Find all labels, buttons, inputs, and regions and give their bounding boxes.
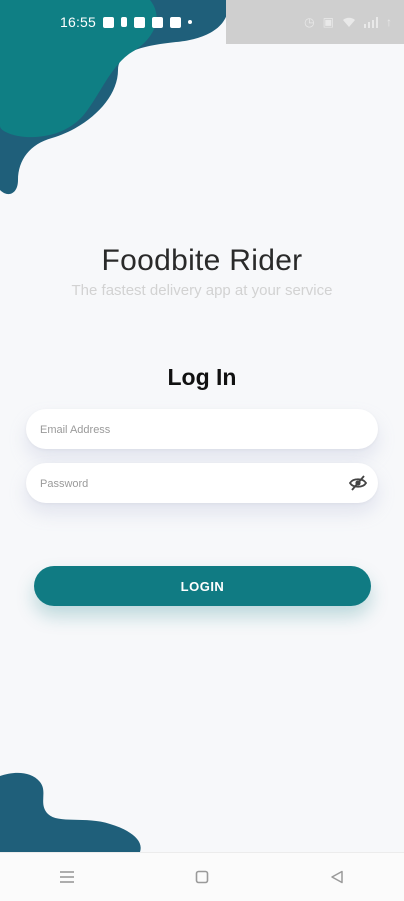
app-notification-icon [152, 16, 164, 28]
login-heading: Log In [167, 364, 237, 390]
sim-icon [121, 17, 128, 27]
status-left: 16:55 [60, 14, 193, 30]
signal-icon [364, 16, 378, 28]
alarm-icon: ◷ [304, 15, 315, 29]
password-field[interactable] [26, 463, 378, 505]
decorative-blob-bottom [0, 772, 141, 852]
status-right: ◷ ▣ ↑ [304, 15, 392, 29]
email-input[interactable] [38, 409, 342, 451]
more-notifications-icon [188, 20, 193, 24]
toggle-password-visibility-icon[interactable] [348, 473, 368, 493]
home-icon[interactable] [192, 867, 212, 887]
email-field[interactable] [26, 409, 378, 451]
login-button[interactable]: LOGIN [34, 566, 371, 606]
wifi-icon [343, 17, 355, 27]
app-notification-icon-2 [170, 16, 182, 28]
status-time: 16:55 [60, 14, 97, 30]
status-bar: 16:55 ◷ ▣ ↑ [0, 0, 404, 44]
system-nav-bar [0, 852, 404, 901]
back-icon[interactable] [327, 867, 347, 887]
password-input[interactable] [38, 463, 342, 505]
menu-icon[interactable] [57, 867, 77, 887]
notification-icon [103, 16, 115, 28]
vibrate-icon: ▣ [322, 15, 334, 29]
app-subtitle: The fastest delivery app at your service [71, 282, 333, 299]
app-title: Foodbite Rider [101, 244, 303, 277]
battery-icon: ↑ [386, 15, 392, 29]
sync-icon [134, 16, 146, 28]
